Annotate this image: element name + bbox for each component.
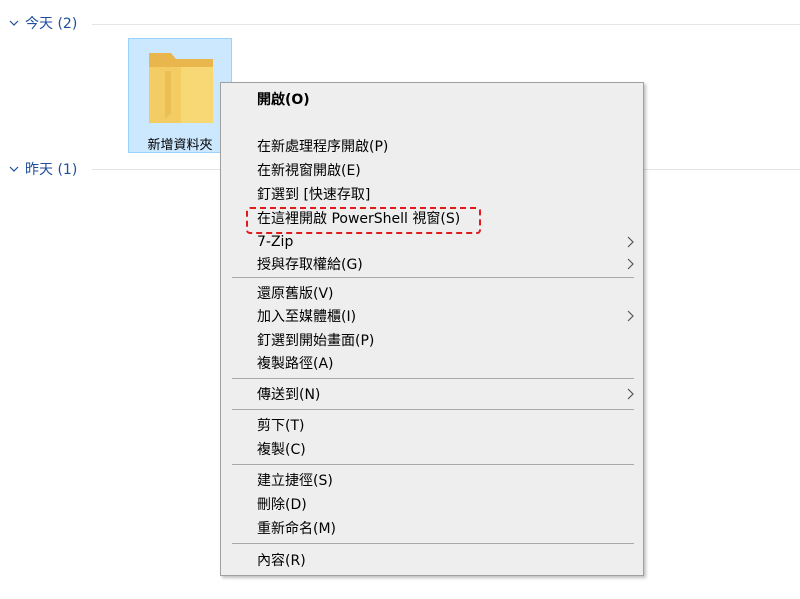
menu-item-restore-versions[interactable]: 還原舊版(V) bbox=[222, 282, 642, 304]
menu-item-create-shortcut[interactable]: 建立捷徑(S) bbox=[222, 469, 642, 491]
group-label: 今天 (2) bbox=[25, 16, 78, 32]
menu-item-open-new-process[interactable]: 在新處理程序開啟(P) bbox=[222, 135, 642, 157]
menu-separator bbox=[232, 464, 634, 465]
menu-item-7zip[interactable]: 7-Zip bbox=[222, 231, 642, 253]
folder-item[interactable]: 新增資料夾 bbox=[128, 38, 232, 153]
menu-item-cut[interactable]: 剪下(T) bbox=[222, 414, 642, 436]
folder-icon bbox=[149, 53, 213, 123]
group-label: 昨天 (1) bbox=[25, 162, 78, 178]
menu-item-delete[interactable]: 刪除(D) bbox=[222, 493, 642, 515]
chevron-down-icon bbox=[9, 20, 19, 26]
chevron-right-icon bbox=[627, 258, 634, 270]
chevron-right-icon bbox=[627, 388, 634, 400]
menu-separator bbox=[232, 409, 634, 410]
group-header-today[interactable]: 今天 (2) bbox=[8, 12, 77, 34]
menu-item-send-to[interactable]: 傳送到(N) bbox=[222, 383, 642, 405]
menu-item-include-library[interactable]: 加入至媒體櫃(I) bbox=[222, 305, 642, 327]
menu-item-pin-start[interactable]: 釘選到開始畫面(P) bbox=[222, 329, 642, 351]
menu-item-copy-path[interactable]: 複製路徑(A) bbox=[222, 352, 642, 374]
menu-item-open-new-window[interactable]: 在新視窗開啟(E) bbox=[222, 159, 642, 181]
menu-separator bbox=[232, 277, 634, 278]
chevron-right-icon bbox=[627, 310, 634, 322]
group-divider bbox=[92, 24, 800, 25]
menu-item-rename[interactable]: 重新命名(M) bbox=[222, 517, 642, 539]
menu-separator bbox=[232, 543, 634, 544]
context-menu: 開啟(O) 在新處理程序開啟(P) 在新視窗開啟(E) 釘選到 [快速存取] 在… bbox=[220, 82, 644, 576]
menu-item-copy[interactable]: 複製(C) bbox=[222, 438, 642, 460]
menu-item-give-access[interactable]: 授與存取權給(G) bbox=[222, 253, 642, 275]
menu-item-properties[interactable]: 內容(R) bbox=[222, 549, 642, 571]
menu-separator bbox=[232, 378, 634, 379]
highlight-annotation bbox=[246, 207, 481, 234]
chevron-down-icon bbox=[9, 166, 19, 172]
chevron-right-icon bbox=[627, 236, 634, 248]
folder-name: 新增資料夾 bbox=[147, 138, 213, 153]
menu-item-open[interactable]: 開啟(O) bbox=[222, 88, 642, 110]
menu-item-pin-quick-access[interactable]: 釘選到 [快速存取] bbox=[222, 183, 642, 205]
group-header-yesterday[interactable]: 昨天 (1) bbox=[8, 158, 77, 180]
